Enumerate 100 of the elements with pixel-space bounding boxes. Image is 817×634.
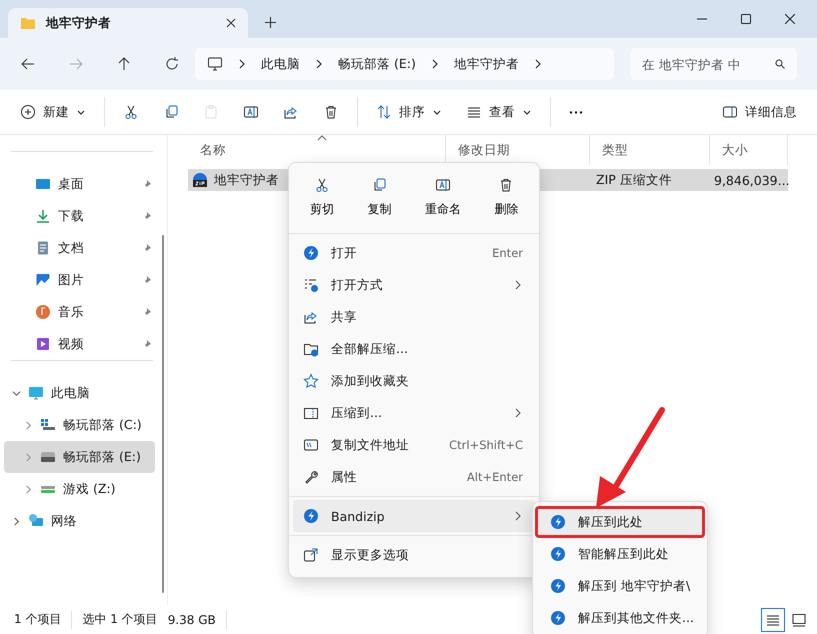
tree-item[interactable]: 畅玩部落 (C:) — [4, 409, 155, 441]
lightning-badge-icon — [303, 245, 319, 261]
chevron-right-icon — [532, 59, 543, 69]
scissors-icon — [123, 104, 139, 120]
shortcut-text: Alt+Enter — [466, 470, 523, 484]
menu-item[interactable]: 显示更多选项 — [293, 539, 535, 571]
clipboard-icon — [203, 104, 219, 120]
folder-icon — [20, 15, 36, 31]
close-icon[interactable] — [785, 14, 795, 24]
address-bar[interactable]: 此电脑 畅玩部落 (E:) 地牢守护者 — [195, 48, 614, 80]
sidebar-item[interactable]: 桌面 — [4, 168, 155, 200]
back-icon[interactable] — [20, 56, 36, 72]
search-icon — [775, 59, 785, 69]
details-view-button[interactable] — [761, 608, 785, 632]
search-field[interactable]: 在 地牢守护者 中 — [630, 48, 797, 80]
item-count: 1 个项目 — [14, 611, 62, 628]
sidebar-item[interactable]: 图片 — [4, 264, 155, 296]
menu-item[interactable]: 智能解压到此处 — [535, 538, 705, 570]
menu-item[interactable]: 复制文件地址 Ctrl+Shift+C — [293, 429, 535, 461]
refresh-icon[interactable] — [164, 56, 180, 72]
chevron-right-icon — [237, 59, 247, 69]
menu-item[interactable]: 压缩到... — [293, 397, 535, 429]
tree-item[interactable]: 此电脑 — [4, 377, 155, 409]
copy-button[interactable]: 复制 — [361, 173, 398, 222]
monitor-icon — [28, 385, 44, 401]
sort-button[interactable]: 排序 — [366, 98, 452, 126]
lightning-badge-icon — [550, 514, 566, 530]
sidebar-item[interactable]: 下载 — [4, 200, 155, 232]
breadcrumb-item[interactable]: 地牢守护者 — [454, 56, 519, 72]
chevron-right-icon — [314, 59, 324, 69]
sidebar-item[interactable]: 音乐 — [4, 296, 155, 328]
external-icon — [303, 547, 319, 563]
tree-item[interactable]: 游戏 (Z:) — [4, 473, 155, 505]
column-header[interactable]: 类型 — [590, 135, 710, 165]
shortcut-text: Ctrl+Shift+C — [449, 438, 523, 452]
menu-item[interactable]: 解压到 地牢守护者\ — [535, 570, 705, 602]
tree-item[interactable]: 畅玩部落 (E:) — [4, 441, 155, 473]
menu-item[interactable]: 打开方式 — [293, 269, 535, 301]
breadcrumb-item[interactable]: 畅玩部落 (E:) — [338, 56, 416, 72]
document-icon — [35, 240, 51, 256]
chevron-down-icon[interactable] — [12, 388, 21, 398]
table-cell: 9,846,039... — [714, 172, 790, 188]
details-pane-icon — [722, 104, 738, 120]
zip-folder-icon — [303, 405, 319, 421]
cut-button[interactable]: 剪切 — [304, 173, 340, 222]
window-tab[interactable]: 地牢守护者 — [8, 8, 248, 38]
rename-icon — [434, 177, 451, 193]
sidebar-item[interactable]: 视频 — [4, 328, 155, 360]
lightning-badge-icon — [550, 546, 566, 562]
new-tab-icon[interactable] — [265, 17, 276, 28]
drive-icon — [40, 417, 56, 433]
selection-info: 选中 1 个项目 — [82, 611, 158, 628]
monitor-icon — [207, 56, 223, 72]
shortcut-text: Enter — [492, 246, 523, 260]
breadcrumb-item[interactable]: 此电脑 — [261, 56, 300, 72]
file-name: 地牢守护者 — [214, 172, 279, 188]
network-icon — [28, 513, 44, 529]
tab-title: 地牢守护者 — [46, 14, 112, 32]
lightning-badge-icon — [550, 578, 566, 594]
sidebar-item[interactable]: 文档 — [4, 232, 155, 264]
menu-item[interactable]: 全部解压缩... — [293, 333, 535, 365]
table-cell: ZIP 压缩文件 — [596, 172, 672, 188]
view-button[interactable]: 查看 — [456, 98, 542, 126]
up-icon[interactable] — [116, 56, 132, 72]
menu-item[interactable]: 解压到此处 — [535, 506, 705, 538]
tiles-view-icon — [791, 612, 807, 628]
menu-item[interactable]: 解压到其他文件夹... — [535, 602, 705, 634]
wrench-icon — [303, 469, 319, 485]
menu-item[interactable]: Bandizip — [293, 500, 535, 532]
chevron-right-icon — [430, 59, 440, 69]
rename-icon — [243, 104, 259, 120]
trash-icon — [323, 104, 339, 120]
share-icon — [303, 309, 319, 325]
download-icon — [35, 208, 51, 224]
plus-circle-icon — [20, 104, 36, 120]
path-icon — [303, 437, 319, 453]
column-header[interactable]: 大小 — [710, 135, 788, 165]
more-icon — [569, 110, 583, 114]
menu-item[interactable]: 共享 — [293, 301, 535, 333]
lightning-badge-icon — [550, 610, 566, 626]
scrollbar[interactable] — [162, 235, 164, 593]
menu-item[interactable]: 打开 Enter — [293, 237, 535, 269]
video-icon — [35, 336, 51, 352]
delete-button[interactable]: 删除 — [488, 173, 524, 222]
menu-item[interactable]: 添加到收藏夹 — [293, 365, 535, 397]
menu-item[interactable]: 属性 Alt+Enter — [293, 461, 535, 493]
folder-icon — [303, 341, 319, 357]
rename-button[interactable]: 重命名 — [418, 173, 467, 222]
share-icon — [283, 104, 299, 120]
open-with-icon — [303, 277, 319, 293]
close-icon[interactable] — [226, 18, 236, 28]
desktop-icon — [35, 176, 51, 192]
details-button[interactable]: 详细信息 — [712, 98, 807, 126]
lightning-badge-icon — [303, 508, 319, 524]
chevron-right-icon[interactable] — [12, 516, 21, 526]
scissors-icon — [314, 177, 330, 193]
tree-item[interactable]: 网络 — [4, 505, 155, 537]
star-icon — [303, 373, 319, 389]
maximize-icon[interactable] — [741, 14, 751, 24]
new-button[interactable]: 新建 — [10, 98, 96, 126]
